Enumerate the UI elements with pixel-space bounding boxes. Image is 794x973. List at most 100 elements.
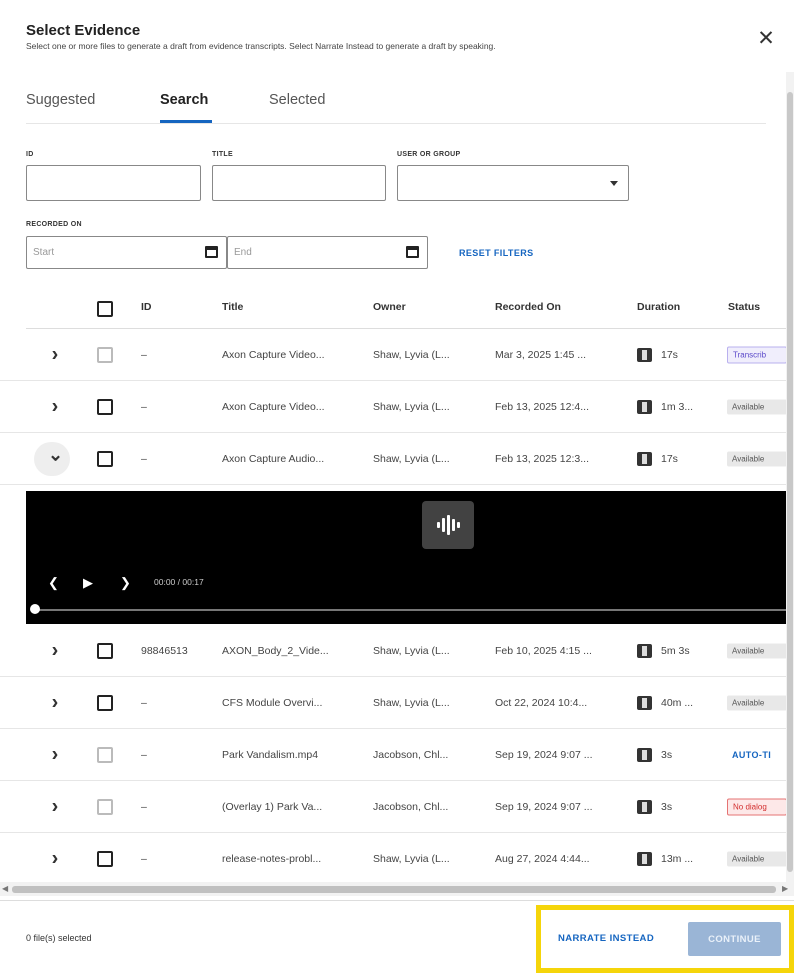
row-title: release-notes-probl... [222,852,322,865]
start-date-field[interactable]: Start [26,236,227,269]
row-recorded-on: Mar 3, 2025 1:45 ... [495,348,587,361]
row-owner: Shaw, Lyvia (L... [373,348,450,361]
row-checkbox[interactable] [97,798,113,815]
column-header-status[interactable]: Status [728,301,760,313]
video-file-icon [637,747,652,762]
table-row[interactable]: › 98846513 AXON_Body_2_Vide... Shaw, Lyvia … [0,625,794,677]
calendar-icon[interactable] [205,246,218,258]
chevron-right-icon[interactable]: › [48,639,62,662]
progress-track[interactable] [34,609,786,611]
horizontal-scrollbar[interactable]: ◀ ▶ [0,882,794,896]
row-title: (Overlay 1) Park Va... [222,800,323,813]
vertical-scrollbar[interactable] [786,72,794,882]
row-duration: 40m ... [661,696,694,709]
horizontal-scroll-thumb[interactable] [12,886,776,893]
chevron-right-icon[interactable]: › [48,795,62,818]
selected-count: 0 file(s) selected [26,933,92,943]
narrate-instead-button[interactable]: NARRATE INSTEAD [558,933,654,944]
audio-player: ❮ ▶ ❯ 00:00 / 00:17 [26,491,786,624]
row-checkbox[interactable] [97,694,113,711]
column-header-recorded-on[interactable]: Recorded On [495,301,561,313]
row-id: – [141,748,147,761]
status-badge: Available [727,399,787,414]
reset-filters-button[interactable]: RESET FILTERS [459,248,534,258]
status-badge: Transcrib [727,346,787,363]
tab-search[interactable]: Search [160,92,208,108]
table-row[interactable]: › – (Overlay 1) Park Va... Jacobson, Chl...… [0,781,794,833]
row-duration: 17s [661,452,678,465]
title-filter-label: TITLE [212,151,233,158]
recorded-on-label: RECORDED ON [26,221,82,228]
video-file-icon [637,799,652,814]
row-duration: 1m 3... [661,400,694,413]
tab-suggested[interactable]: Suggested [26,92,95,108]
row-owner: Shaw, Lyvia (L... [373,644,450,657]
column-header-duration[interactable]: Duration [637,301,680,313]
status-badge: Available [727,643,787,658]
row-recorded-on: Aug 27, 2024 4:44... [495,852,590,865]
dialog-subtitle: Select one or more files to generate a d… [26,41,496,51]
column-header-owner[interactable]: Owner [373,301,406,313]
skip-back-icon[interactable]: ❮ [48,575,59,591]
play-icon[interactable]: ▶ [83,575,93,591]
scroll-right-icon[interactable]: ▶ [782,884,788,893]
table-row[interactable]: › – Axon Capture Video... Shaw, Lyvia (L...… [0,381,794,433]
row-checkbox[interactable] [97,850,113,867]
row-title: CFS Module Overvi... [222,696,323,709]
chevron-right-icon[interactable]: › [48,847,62,870]
close-icon[interactable]: ✕ [755,28,777,50]
status-badge: Available [727,451,787,466]
row-recorded-on: Oct 22, 2024 10:4... [495,696,588,709]
table-row[interactable]: › – release-notes-probl... Shaw, Lyvia (L..… [0,833,794,885]
chevron-right-icon[interactable]: › [48,743,62,766]
chevron-down-icon[interactable]: ⌄ [48,444,63,465]
table-row[interactable]: › – Park Vandalism.mp4 Jacobson, Chl... Sep … [0,729,794,781]
row-recorded-on: Feb 13, 2025 12:4... [495,400,589,413]
row-id: – [141,800,147,813]
row-duration: 5m 3s [661,644,690,657]
row-checkbox[interactable] [97,746,113,763]
title-filter-input[interactable] [212,165,386,201]
waveform-icon [422,501,474,549]
row-id: – [141,696,147,709]
row-owner: Jacobson, Chl... [373,748,449,761]
user-group-select[interactable] [397,165,629,201]
tab-selected[interactable]: Selected [269,92,325,108]
chevron-right-icon[interactable]: › [48,343,62,366]
end-date-field[interactable]: End [227,236,428,269]
id-filter-input[interactable] [26,165,201,201]
calendar-icon[interactable] [406,246,419,258]
row-recorded-on: Feb 10, 2025 4:15 ... [495,644,592,657]
row-checkbox[interactable] [97,642,113,659]
row-recorded-on: Sep 19, 2024 9:07 ... [495,800,593,813]
column-header-id[interactable]: ID [141,301,152,313]
status-badge: Available [727,851,787,866]
status-badge: No dialog [727,798,787,815]
scroll-left-icon[interactable]: ◀ [2,884,8,893]
row-checkbox[interactable] [97,346,113,363]
video-file-icon [637,399,652,414]
table-row[interactable]: › – Axon Capture Video... Shaw, Lyvia (L...… [0,329,794,381]
playback-time: 00:00 / 00:17 [154,577,204,587]
row-owner: Shaw, Lyvia (L... [373,696,450,709]
row-id: – [141,348,147,361]
progress-thumb[interactable] [30,604,40,614]
chevron-right-icon[interactable]: › [48,691,62,714]
select-all-checkbox[interactable] [97,301,113,317]
video-file-icon [637,851,652,866]
chevron-right-icon[interactable]: › [48,395,62,418]
video-file-icon [637,643,652,658]
table-row[interactable]: ⌄ – Axon Capture Audio... Shaw, Lyvia (L...… [0,433,794,485]
video-file-icon [637,347,652,362]
row-owner: Shaw, Lyvia (L... [373,452,450,465]
row-checkbox[interactable] [97,450,113,467]
vertical-scroll-thumb[interactable] [787,92,793,872]
start-date-placeholder: Start [33,247,55,258]
id-filter-label: ID [26,151,34,158]
table-row[interactable]: › – CFS Module Overvi... Shaw, Lyvia (L... O… [0,677,794,729]
continue-button[interactable]: CONTINUE [688,922,781,956]
row-checkbox[interactable] [97,398,113,415]
column-header-title[interactable]: Title [222,301,243,313]
skip-forward-icon[interactable]: ❯ [120,575,131,591]
row-id: – [141,852,147,865]
